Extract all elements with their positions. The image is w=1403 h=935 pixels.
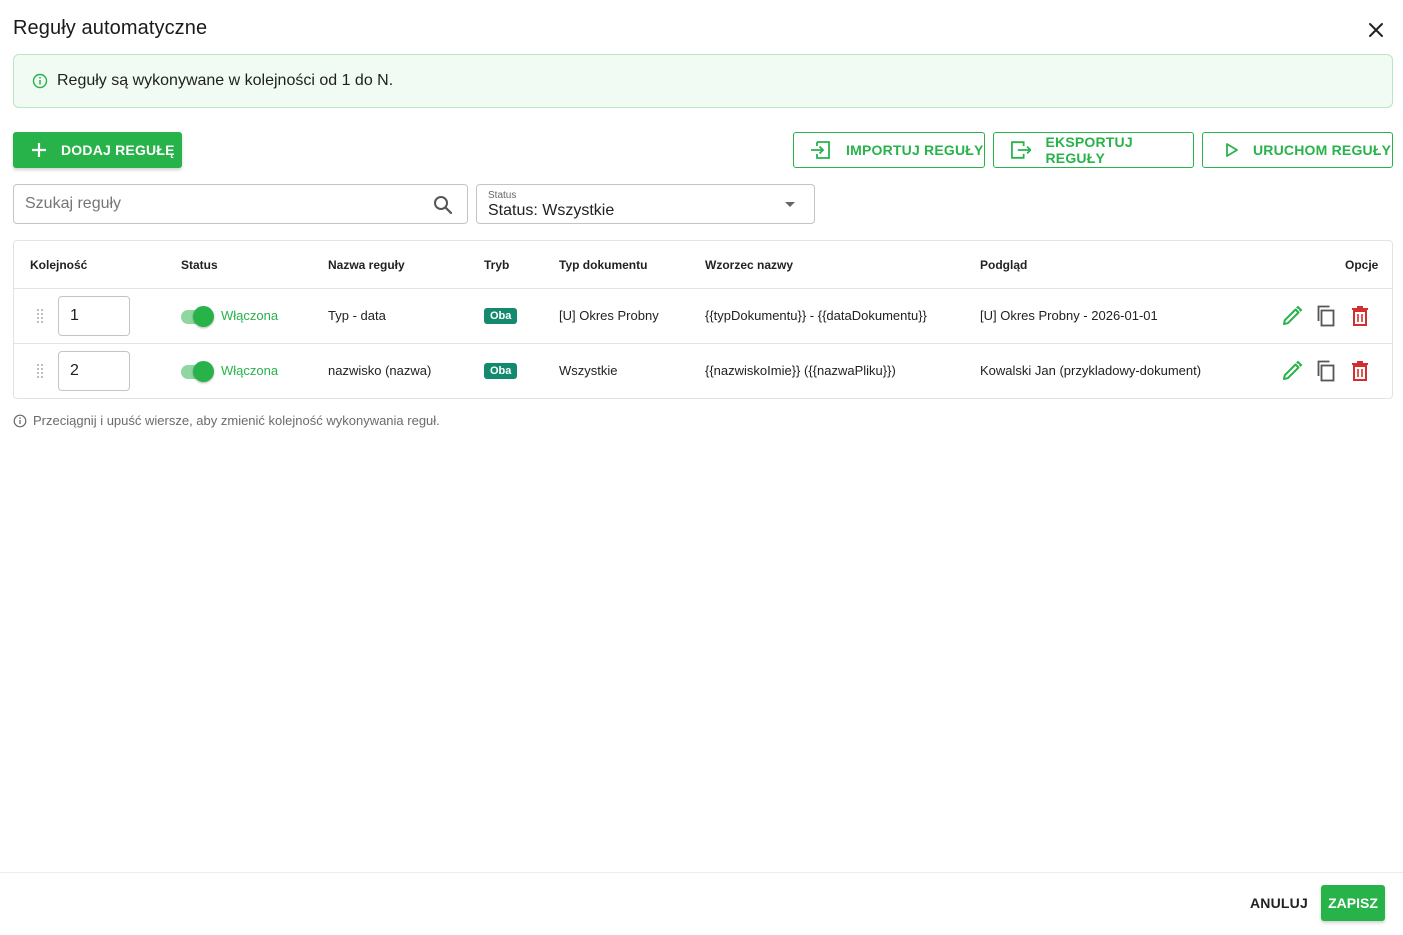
table-row[interactable]: Włączona nazwisko (nazwa) Oba Wszystkie … — [14, 343, 1392, 398]
order-input[interactable] — [58, 351, 130, 391]
delete-icon[interactable] — [1348, 359, 1372, 383]
header-status: Status — [181, 258, 218, 272]
search-input[interactable] — [25, 195, 415, 213]
name-pattern: {{typDokumentu}} - {{dataDokumentu}} — [705, 308, 927, 323]
dialog-title: Reguły automatyczne — [13, 17, 208, 39]
chevron-down-icon[interactable] — [785, 202, 795, 207]
preview: Kowalski Jan (przykladowy-dokument) — [980, 363, 1202, 378]
info-banner: Reguły są wykonywane w kolejności od 1 d… — [13, 54, 1393, 108]
table-row[interactable]: Włączona Typ - data Oba [U] Okres Probny… — [14, 288, 1392, 343]
export-icon — [1011, 141, 1032, 159]
import-rules-label: IMPORTUJ REGUŁY — [846, 142, 984, 158]
rule-name: Typ - data — [328, 308, 386, 323]
status-toggle[interactable] — [181, 306, 215, 328]
hint-text: Przeciągnij i upuść wiersze, aby zmienić… — [33, 413, 440, 428]
mode-badge: Oba — [484, 308, 518, 324]
run-rules-label: URUCHOM REGUŁY — [1253, 142, 1392, 158]
play-icon — [1226, 143, 1238, 157]
order-input[interactable] — [58, 296, 130, 336]
delete-icon[interactable] — [1348, 304, 1372, 328]
export-rules-button[interactable]: EKSPORTUJ REGUŁY — [993, 132, 1194, 168]
doc-type: Wszystkie — [559, 363, 618, 378]
header-pattern: Wzorzec nazwy — [705, 258, 794, 272]
header-options: Opcje — [1345, 258, 1379, 272]
header-preview: Podgląd — [980, 258, 1028, 272]
save-button[interactable]: ZAPISZ — [1321, 885, 1385, 921]
info-icon — [32, 73, 48, 89]
footer-divider — [0, 872, 1403, 873]
add-rule-button[interactable]: DODAJ REGUŁĘ — [13, 132, 182, 168]
rules-table: Kolejność Status Nazwa reguły Tryb Typ d… — [13, 240, 1393, 399]
close-button[interactable] — [1363, 17, 1389, 43]
import-rules-button[interactable]: IMPORTUJ REGUŁY — [793, 132, 985, 168]
drag-handle-icon[interactable] — [36, 308, 44, 324]
header-rule-name: Nazwa reguły — [328, 258, 405, 272]
cancel-button[interactable]: ANULUJ — [1244, 885, 1314, 921]
header-mode: Tryb — [484, 258, 510, 272]
header-doc-type: Typ dokumentu — [559, 258, 648, 272]
status-filter-label: Status — [488, 190, 517, 201]
plus-icon — [32, 143, 46, 157]
edit-icon[interactable] — [1280, 359, 1304, 383]
status-filter-select[interactable]: Status Status: Wszystkie — [476, 184, 815, 224]
preview: [U] Okres Probny - 2026-01-01 — [980, 308, 1158, 323]
name-pattern: {{nazwiskoImie}} ({{nazwaPliku}}) — [705, 363, 896, 378]
info-text: Reguły są wykonywane w kolejności od 1 d… — [57, 72, 394, 89]
copy-icon[interactable] — [1314, 359, 1338, 383]
header-order: Kolejność — [30, 258, 88, 272]
status-label: Włączona — [221, 308, 279, 323]
add-rule-label: DODAJ REGUŁĘ — [61, 142, 175, 158]
status-label: Włączona — [221, 363, 279, 378]
reorder-hint: Przeciągnij i upuść wiersze, aby zmienić… — [13, 413, 440, 428]
import-icon — [811, 141, 830, 159]
rule-name: nazwisko (nazwa) — [328, 363, 432, 378]
run-rules-button[interactable]: URUCHOM REGUŁY — [1202, 132, 1393, 168]
search-field[interactable] — [13, 184, 468, 224]
close-icon — [1369, 23, 1383, 37]
info-icon — [13, 414, 27, 427]
search-icon[interactable] — [432, 194, 454, 216]
doc-type: [U] Okres Probny — [559, 308, 659, 323]
status-toggle[interactable] — [181, 361, 215, 383]
status-filter-value: Status: Wszystkie — [488, 202, 615, 219]
copy-icon[interactable] — [1314, 304, 1338, 328]
edit-icon[interactable] — [1280, 304, 1304, 328]
mode-badge: Oba — [484, 363, 518, 379]
export-rules-label: EKSPORTUJ REGUŁY — [1045, 134, 1133, 166]
drag-handle-icon[interactable] — [36, 363, 44, 379]
